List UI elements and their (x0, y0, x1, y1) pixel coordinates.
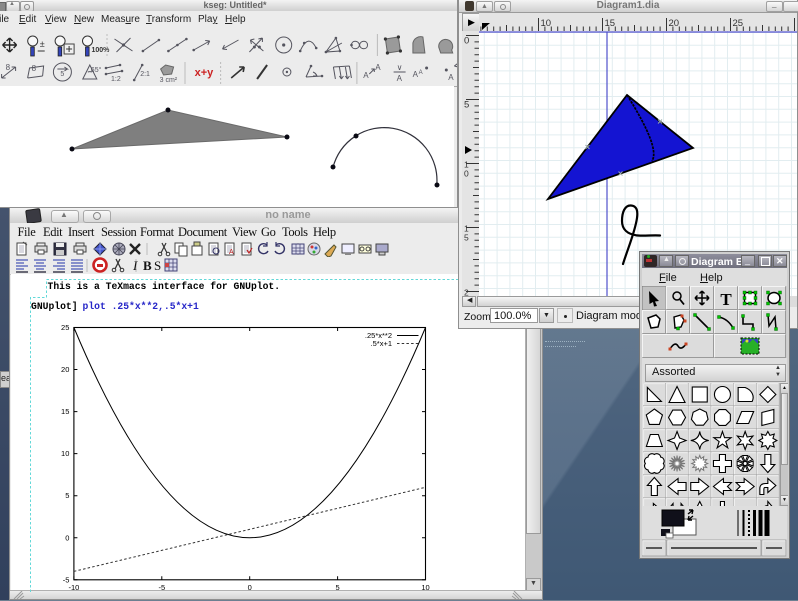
svg-text:25: 25 (733, 18, 744, 29)
svg-text:20: 20 (61, 365, 69, 374)
svg-text:3 cm²: 3 cm² (160, 77, 178, 84)
svg-text:A: A (363, 71, 369, 80)
svg-text:B: B (143, 258, 152, 273)
svg-text:∨: ∨ (397, 63, 403, 72)
svg-text:10: 10 (541, 18, 552, 29)
svg-text:0: 0 (464, 36, 469, 47)
svg-text:T: T (720, 290, 732, 309)
svg-text:10: 10 (421, 583, 429, 592)
svg-text:A: A (397, 74, 403, 83)
svg-text:5: 5 (65, 491, 69, 500)
svg-text:A: A (229, 249, 234, 256)
svg-text:5: 5 (464, 100, 469, 111)
svg-text:0: 0 (65, 533, 69, 542)
svg-text:.5*x+1: .5*x+1 (371, 339, 392, 348)
svg-text:A: A (419, 70, 423, 76)
svg-text:5: 5 (464, 233, 469, 243)
svg-text:65°: 65° (91, 66, 102, 74)
svg-text:0: 0 (248, 583, 252, 592)
svg-text:A: A (448, 73, 454, 82)
svg-text:25: 25 (61, 323, 69, 332)
svg-text:-10: -10 (68, 583, 79, 592)
svg-text:15: 15 (605, 18, 616, 29)
svg-text:x+y: x+y (195, 67, 215, 79)
svg-text:-5: -5 (158, 583, 165, 592)
svg-text:15: 15 (61, 407, 69, 416)
svg-text:A: A (375, 63, 381, 72)
svg-text:±: ± (40, 39, 45, 49)
svg-text:S: S (154, 258, 161, 273)
svg-text:5: 5 (60, 71, 64, 78)
svg-text:1:2: 1:2 (111, 76, 121, 83)
svg-text:2: 2 (464, 288, 469, 297)
svg-text:10: 10 (61, 449, 69, 458)
svg-text:2:1: 2:1 (140, 71, 150, 78)
svg-text:20: 20 (669, 18, 680, 29)
svg-text:8: 8 (6, 63, 11, 72)
svg-text:0: 0 (464, 169, 469, 179)
svg-text:I: I (132, 258, 138, 273)
svg-text:5: 5 (336, 583, 340, 592)
svg-text:8: 8 (32, 64, 37, 73)
